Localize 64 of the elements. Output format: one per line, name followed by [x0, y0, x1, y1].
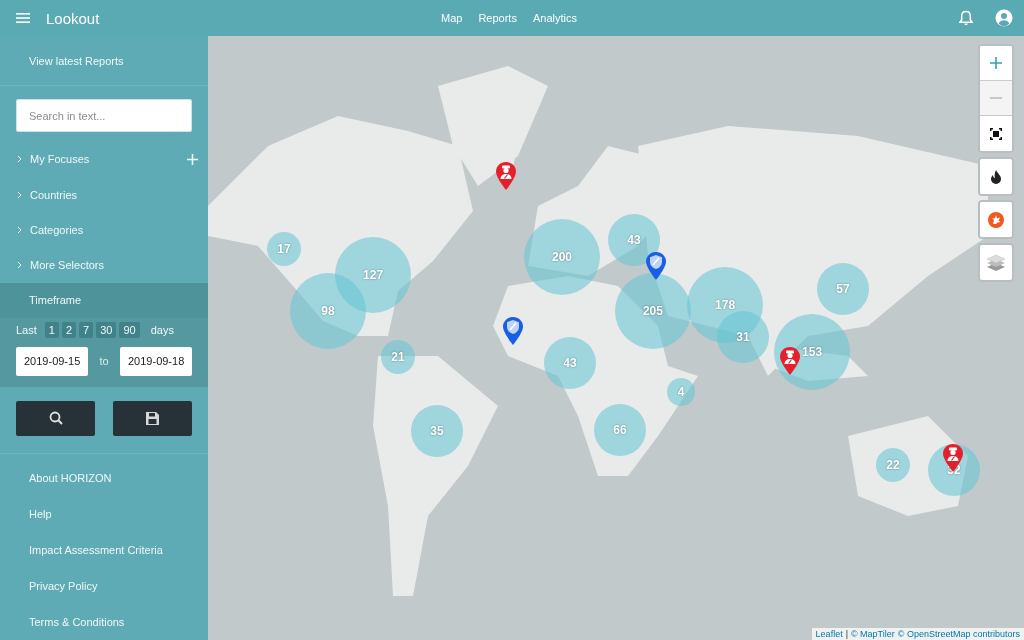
day-preset-button[interactable]: 2 [61, 322, 77, 339]
day-preset-button[interactable]: 30 [96, 322, 117, 339]
shield-pin-icon[interactable] [644, 251, 667, 282]
cluster-marker[interactable]: 21 [381, 340, 416, 375]
day-preset-button[interactable]: 7 [79, 322, 94, 339]
add-icon[interactable] [187, 153, 198, 165]
search-button[interactable] [16, 400, 95, 436]
layers-icon [986, 253, 1006, 272]
filter-item[interactable]: My Focuses [0, 141, 208, 177]
cluster-marker[interactable]: 22 [875, 448, 910, 483]
footer-link[interactable]: Privacy Policy [0, 567, 98, 604]
attribution-link[interactable]: © OpenStreetMap contributors [897, 629, 1020, 639]
shield-pin-icon[interactable] [502, 316, 524, 347]
start-date-field[interactable]: 2019-09-15 [16, 346, 88, 376]
filter-item[interactable]: More Selectors [0, 247, 208, 283]
footer-link[interactable]: Help [0, 495, 52, 532]
end-date-field[interactable]: 2019-09-18 [120, 346, 192, 376]
day-preset-button[interactable]: 1 [44, 322, 59, 339]
cluster-marker[interactable]: 31 [716, 311, 769, 363]
notification-bell-icon[interactable] [959, 10, 973, 26]
cluster-marker[interactable]: 127 [335, 237, 412, 314]
cluster-marker[interactable]: 205 [614, 273, 691, 350]
user-account-icon[interactable] [995, 9, 1013, 27]
cluster-marker[interactable]: 4 [667, 378, 696, 406]
cluster-marker[interactable]: 98 [289, 273, 366, 350]
person-pin-icon[interactable] [779, 346, 802, 376]
flame-icon [991, 169, 1001, 184]
app-title: Lookout [46, 9, 100, 27]
filter-item[interactable]: Categories [0, 212, 208, 248]
person-pin-icon[interactable] [494, 161, 517, 192]
last-label: Last [16, 324, 37, 337]
save-button[interactable] [113, 400, 192, 436]
cluster-marker[interactable]: 57 [817, 262, 869, 315]
search-icon [48, 411, 63, 426]
plus-icon [990, 57, 1002, 69]
menu-button[interactable] [16, 12, 30, 24]
person-pin-icon[interactable] [941, 442, 964, 473]
attribution-link[interactable]: © MapTiler [851, 629, 895, 639]
burst-icon [988, 211, 1004, 228]
filter-item[interactable]: Countries [0, 176, 208, 213]
cluster-marker[interactable]: 43 [544, 337, 596, 390]
cluster-marker[interactable]: 200 [524, 219, 600, 295]
footer-link[interactable]: Impact Assessment Criteria [0, 531, 163, 568]
footer-link[interactable]: About HORIZON [0, 459, 112, 496]
fullscreen-icon [990, 127, 1002, 140]
nav-link[interactable]: Analytics [532, 12, 577, 24]
nav-link[interactable]: Map [441, 12, 463, 24]
cluster-marker[interactable]: 43 [607, 213, 660, 266]
cluster-marker[interactable]: 17 [267, 231, 301, 266]
filter-item[interactable]: Timeframe [0, 282, 208, 318]
save-icon [146, 411, 159, 425]
cluster-marker[interactable]: 66 [593, 404, 646, 457]
zoom-in-button[interactable] [980, 46, 1012, 81]
nav-link[interactable]: Reports [478, 12, 517, 24]
days-label: days [150, 324, 174, 337]
footer-link[interactable]: Terms & Conditions [0, 603, 125, 640]
day-preset-button[interactable]: 90 [119, 322, 140, 339]
cluster-marker[interactable]: 35 [410, 405, 463, 458]
to-label: to [99, 355, 109, 368]
separator-text: | [845, 629, 848, 639]
attribution-link[interactable]: Leaflet [815, 629, 843, 639]
minus-icon [990, 97, 1002, 99]
search-field[interactable]: Search in text... [16, 99, 192, 132]
cluster-marker[interactable]: 153 [774, 314, 851, 391]
